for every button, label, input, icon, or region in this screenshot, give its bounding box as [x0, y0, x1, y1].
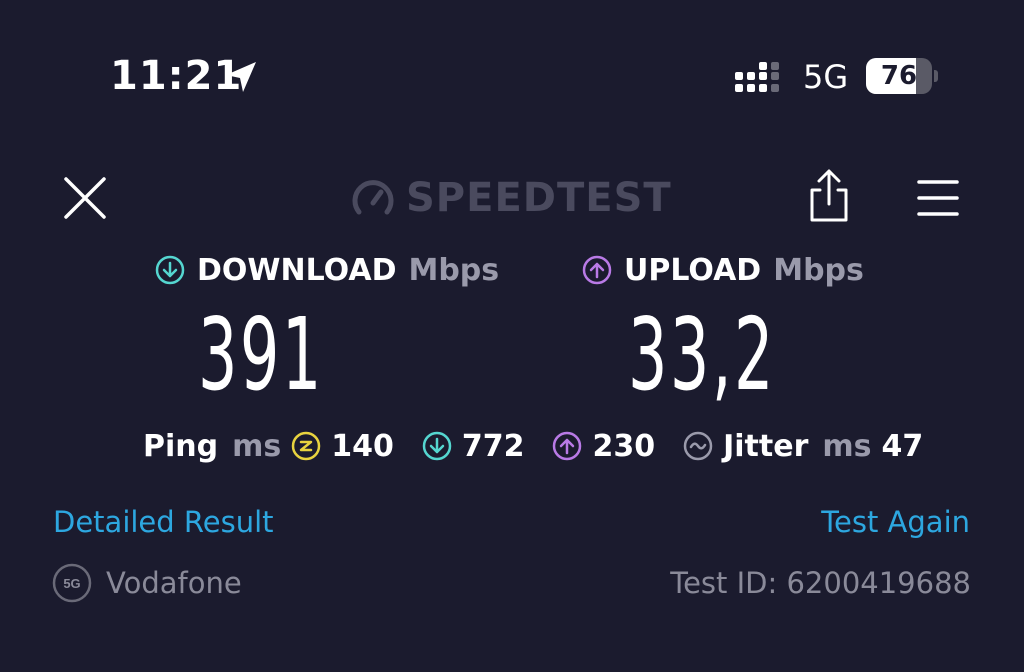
test-id: Test ID: 6200419688: [670, 566, 971, 600]
upload-speed-value: 33,2: [628, 296, 776, 413]
download-ping-value: 772: [461, 428, 525, 464]
carrier-badge-text: 5G: [63, 576, 80, 591]
upload-label: UPLOAD Mbps: [582, 248, 864, 292]
menu-icon[interactable]: [916, 178, 960, 218]
speedometer-icon: [352, 180, 394, 215]
download-label: DOWNLOAD Mbps: [155, 248, 499, 292]
jitter-icon: [683, 431, 713, 461]
battery-indicator: 76: [866, 58, 938, 94]
share-icon[interactable]: [804, 168, 854, 224]
logo-text: SPEEDTEST: [406, 175, 672, 221]
carrier-info: 5G Vodafone: [52, 563, 242, 603]
upload-ping-value: 230: [592, 428, 656, 464]
jitter-label: Jitter: [723, 428, 809, 464]
jitter-value: 47: [881, 428, 924, 464]
network-type: 5G: [803, 58, 849, 96]
test-again-link[interactable]: Test Again: [821, 502, 970, 542]
battery-level: 76: [880, 61, 918, 91]
jitter-unit: ms: [822, 428, 872, 464]
close-icon[interactable]: [62, 175, 108, 221]
download-speed-value: 391: [198, 296, 324, 413]
cellular-signal-icon: [735, 62, 779, 92]
upload-title: UPLOAD: [624, 252, 762, 288]
idle-ping-icon: [291, 431, 321, 461]
detailed-result-link[interactable]: Detailed Result: [53, 502, 274, 542]
upload-arrow-icon: [582, 255, 612, 285]
download-ping-icon: [422, 431, 452, 461]
speedtest-logo: SPEEDTEST: [350, 170, 672, 226]
download-unit: Mbps: [408, 252, 500, 288]
download-title: DOWNLOAD: [197, 252, 397, 288]
carrier-name: Vodafone: [106, 566, 242, 600]
download-arrow-icon: [155, 255, 185, 285]
upload-unit: Mbps: [773, 252, 864, 288]
ping-label: Ping: [143, 428, 219, 464]
idle-ping-value: 140: [331, 428, 394, 464]
ping-row: Ping ms 140 772 230 Jitter ms 47: [143, 424, 923, 468]
carrier-5g-badge-icon: 5G: [52, 563, 92, 603]
upload-ping-icon: [553, 431, 582, 461]
location-arrow-icon: [226, 62, 256, 92]
ping-unit: ms: [232, 428, 282, 464]
